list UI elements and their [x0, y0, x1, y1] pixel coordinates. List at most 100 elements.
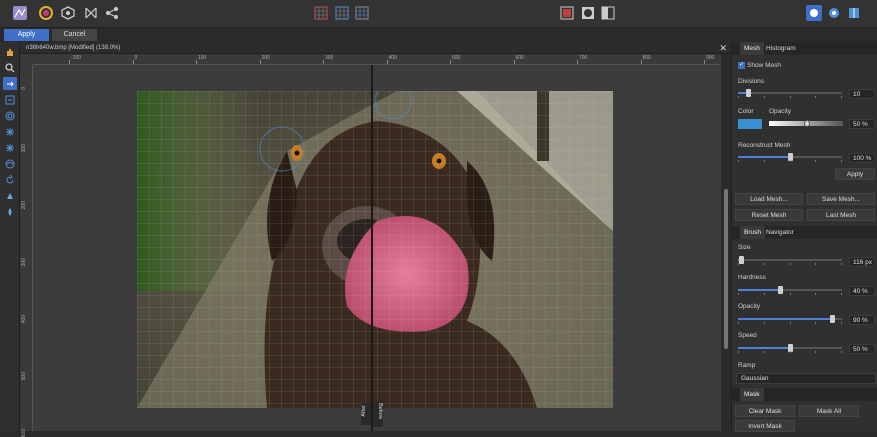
split-divider[interactable]	[371, 65, 373, 431]
ruler-label: 900	[706, 55, 715, 61]
context-toolbar: Apply Cancel	[0, 28, 877, 42]
grid-view-3-icon[interactable]	[354, 5, 370, 21]
last-mesh-button[interactable]: Last Mesh	[807, 209, 875, 221]
mesh-color-swatch[interactable]	[738, 119, 762, 129]
ruler-tick	[577, 60, 578, 64]
pinch-tool-icon[interactable]	[3, 125, 17, 138]
brush-panel-header: Brush Navigator	[732, 226, 877, 239]
ramp-label: Ramp	[738, 362, 756, 369]
ruler-tick	[196, 60, 197, 64]
split-view-icon[interactable]	[600, 5, 616, 21]
ruler-label: 0	[134, 55, 138, 61]
persona-c-icon[interactable]	[846, 5, 862, 21]
grid-view-1-icon[interactable]	[313, 5, 329, 21]
hand-tool-icon[interactable]	[3, 45, 17, 58]
slider-tick	[789, 160, 791, 162]
ruler-label: 100	[198, 55, 207, 61]
tab-mesh[interactable]: Mesh	[740, 42, 764, 55]
brush-opacity-slider[interactable]	[738, 315, 842, 324]
mesh-warp-icon[interactable]	[83, 5, 99, 21]
hex-icon[interactable]	[60, 5, 76, 21]
square-view-icon[interactable]	[559, 5, 575, 21]
ruler-label: 400	[388, 55, 397, 61]
hardness-value[interactable]: 40 %	[849, 286, 875, 296]
slider-tick	[738, 322, 739, 324]
slider-tick	[815, 322, 817, 324]
ruler-label: 200	[261, 55, 270, 61]
reconstruct-value[interactable]: 100 %	[849, 153, 875, 163]
reconstruct-tool-icon[interactable]	[3, 173, 17, 186]
dog-photo[interactable]	[137, 91, 613, 408]
mesh-opacity-value[interactable]: 50 %	[849, 119, 875, 129]
slider-track	[738, 92, 842, 94]
invert-mask-button[interactable]: Invert Mask	[735, 420, 795, 432]
persona-icon[interactable]	[12, 5, 28, 21]
mask-all-button[interactable]: Mask All	[799, 405, 859, 417]
reset-mesh-button[interactable]: Reset Mesh	[735, 209, 803, 221]
reconstruct-slider[interactable]	[738, 153, 842, 163]
ruler-label: 0	[21, 87, 27, 90]
tab-mask[interactable]: Mask	[740, 388, 764, 401]
load-mesh-button[interactable]: Load Mesh...	[735, 193, 803, 205]
divisions-value[interactable]: 10	[849, 89, 875, 99]
persona-a-icon[interactable]	[806, 5, 822, 21]
ruler-tick	[640, 60, 642, 64]
slider-tick	[789, 263, 791, 265]
size-value[interactable]: 116 px	[849, 257, 875, 267]
brush-opacity-value[interactable]: 90 %	[849, 315, 875, 325]
slider-tick	[815, 351, 817, 353]
slider-fill	[738, 289, 780, 291]
brush-opacity-label: Opacity	[738, 303, 761, 310]
mask-view-icon[interactable]	[580, 5, 596, 21]
slider-tick	[738, 160, 739, 162]
show-mesh-checkbox[interactable]: ✓	[738, 62, 745, 69]
turbulence-tool-icon[interactable]	[3, 157, 17, 170]
cancel-button[interactable]: Cancel	[52, 29, 97, 41]
zoom-tool-icon[interactable]	[3, 61, 17, 74]
ruler-label: 500	[452, 55, 461, 61]
reconstruct-mesh-label: Reconstruct Mesh	[738, 142, 791, 149]
apply-button[interactable]: Apply	[4, 29, 49, 41]
color-wheel-icon[interactable]	[38, 5, 54, 21]
push-left-tool-icon[interactable]	[3, 93, 17, 106]
tab-navigator[interactable]: Navigator	[762, 226, 798, 239]
freeze-tool-icon[interactable]	[3, 189, 17, 202]
ramp-select[interactable]: Gaussian	[736, 373, 876, 384]
persona-b-icon[interactable]	[826, 5, 842, 21]
thaw-tool-icon[interactable]	[3, 205, 17, 218]
document-title: n36h640w.bmp [Modified] (138.0%)	[26, 45, 121, 51]
speed-value[interactable]: 50 %	[849, 344, 875, 354]
save-mesh-button[interactable]: Save Mesh...	[807, 193, 875, 205]
slider-ticks	[738, 160, 842, 163]
grid-view-2-icon[interactable]	[334, 5, 350, 21]
forward-warp-tool-icon[interactable]	[3, 77, 17, 90]
ruler-label: 800	[642, 55, 651, 61]
size-slider[interactable]	[738, 256, 842, 266]
close-document-icon[interactable]: ✕	[719, 42, 727, 54]
mesh-opacity-thumb[interactable]	[804, 120, 810, 127]
tab-histogram[interactable]: Histogram	[762, 42, 800, 55]
canvas-area[interactable]: After Before	[33, 65, 721, 431]
hardness-slider[interactable]	[738, 286, 842, 296]
document-tab[interactable]: n36h640w.bmp [Modified] (138.0%) ✕	[20, 42, 731, 54]
slider-tick	[815, 263, 817, 265]
ruler-label: 600	[515, 55, 524, 61]
divisions-slider[interactable]	[738, 89, 842, 98]
twirl-tool-icon[interactable]	[3, 109, 17, 122]
slider-tick	[738, 293, 739, 295]
ruler-label: 400	[21, 315, 27, 324]
ruler-corner	[20, 54, 33, 65]
slider-tick	[763, 160, 765, 162]
clear-mask-button[interactable]: Clear Mask	[735, 405, 795, 417]
reconstruct-apply-button[interactable]: Apply	[835, 168, 875, 180]
hardness-label: Hardness	[738, 274, 766, 281]
punch-tool-icon[interactable]	[3, 141, 17, 154]
slider-tick	[738, 351, 739, 353]
slider-ticks	[738, 293, 842, 296]
share-icon[interactable]	[104, 5, 120, 21]
after-label-box: After	[361, 403, 371, 425]
slider-ticks	[738, 263, 842, 266]
speed-slider[interactable]	[738, 344, 842, 353]
scrollbar-thumb[interactable]	[724, 189, 728, 349]
canvas-scrollbar[interactable]	[721, 54, 731, 431]
